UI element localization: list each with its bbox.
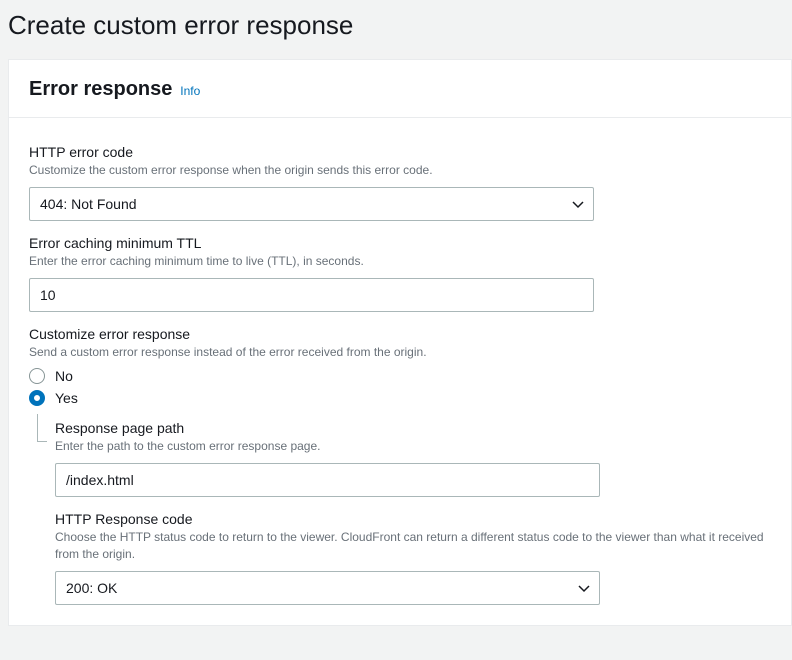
info-link[interactable]: Info [180, 84, 200, 98]
panel-header: Error response Info [9, 60, 791, 118]
http-response-code-select[interactable]: 200: OK [55, 571, 600, 605]
page-header: Create custom error response [0, 0, 792, 59]
customize-radio-yes[interactable]: Yes [29, 390, 771, 406]
field-customize: Customize error response Send a custom e… [29, 326, 771, 407]
response-path-hint: Enter the path to the custom error respo… [55, 438, 771, 455]
field-ttl: Error caching minimum TTL Enter the erro… [29, 235, 771, 312]
http-response-code-label: HTTP Response code [55, 511, 771, 527]
panel-title: Error response [29, 78, 172, 100]
ttl-input[interactable] [29, 278, 594, 312]
http-error-code-hint: Customize the custom error response when… [29, 162, 771, 179]
field-http-response-code: HTTP Response code Choose the HTTP statu… [55, 511, 771, 605]
customize-hint: Send a custom error response instead of … [29, 344, 771, 361]
page-title: Create custom error response [8, 10, 784, 41]
customize-radio-yes-label: Yes [55, 390, 78, 406]
customize-radio-no[interactable]: No [29, 368, 771, 384]
http-response-code-value: 200: OK [66, 580, 117, 596]
radio-icon-checked [29, 390, 45, 406]
response-path-input[interactable] [55, 463, 600, 497]
field-http-error-code: HTTP error code Customize the custom err… [29, 144, 771, 221]
field-response-path: Response page path Enter the path to the… [55, 420, 771, 497]
http-error-code-value: 404: Not Found [40, 196, 137, 212]
customize-nested: Response page path Enter the path to the… [37, 420, 771, 604]
connector-line [37, 414, 47, 442]
response-path-label: Response page path [55, 420, 771, 436]
http-error-code-label: HTTP error code [29, 144, 771, 160]
http-response-code-hint: Choose the HTTP status code to return to… [55, 529, 771, 563]
customize-radio-no-label: No [55, 368, 73, 384]
ttl-label: Error caching minimum TTL [29, 235, 771, 251]
error-response-panel: Error response Info HTTP error code Cust… [8, 59, 792, 626]
http-error-code-select[interactable]: 404: Not Found [29, 187, 594, 221]
radio-icon [29, 368, 45, 384]
panel-body: HTTP error code Customize the custom err… [9, 118, 791, 625]
customize-label: Customize error response [29, 326, 771, 342]
ttl-hint: Enter the error caching minimum time to … [29, 253, 771, 270]
